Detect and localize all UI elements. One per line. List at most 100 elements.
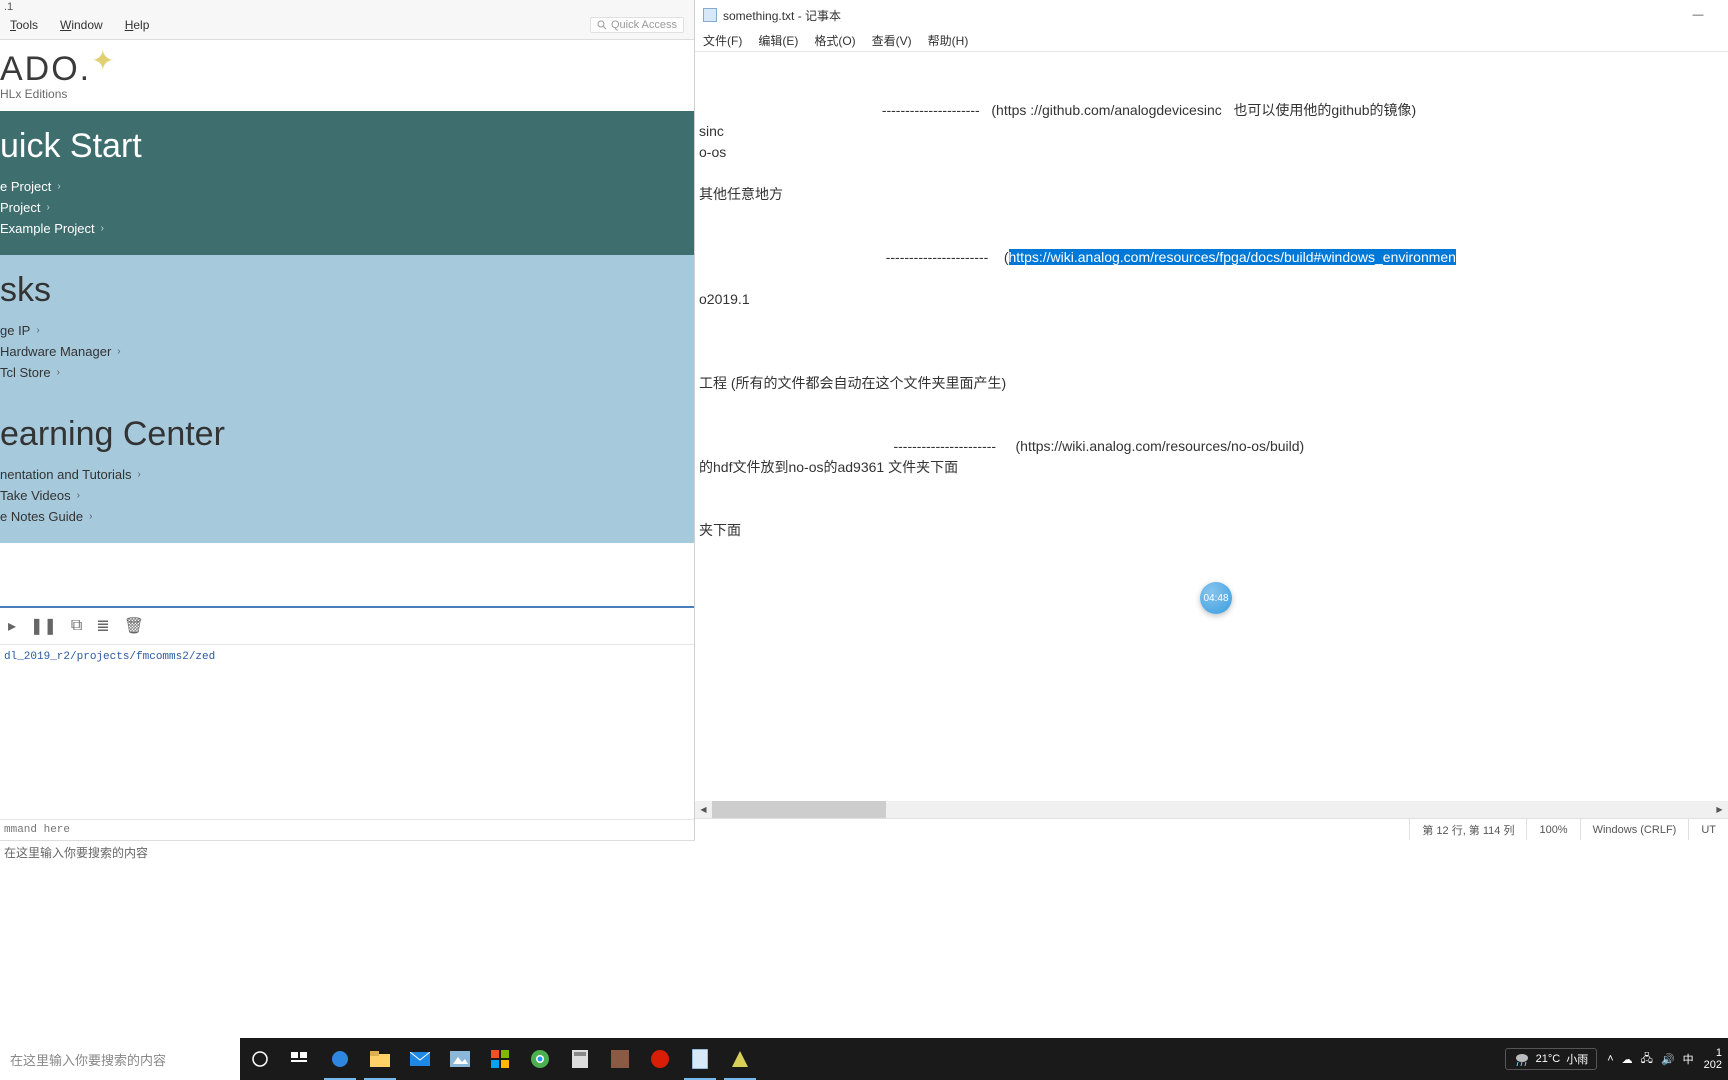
- notepad-title: something.txt - 记事本: [723, 7, 841, 24]
- np-menu-format[interactable]: 格式(O): [814, 32, 855, 49]
- chevron-right-icon: ›: [46, 202, 49, 213]
- taskbar-notepad[interactable]: [680, 1038, 720, 1080]
- status-eol: Windows (CRLF): [1580, 819, 1689, 840]
- np-menu-edit[interactable]: 编辑(E): [758, 32, 798, 49]
- scrollbar-thumb[interactable]: [712, 801, 886, 818]
- tcl-pause-btn[interactable]: ❚❚: [30, 616, 57, 636]
- ime-indicator[interactable]: 中: [1683, 1051, 1694, 1067]
- taskbar-photos[interactable]: [440, 1038, 480, 1080]
- open-hardware-manager-link[interactable]: Hardware Manager›: [0, 341, 694, 362]
- scroll-right-arrow[interactable]: ▶: [1711, 801, 1728, 818]
- release-notes-guide-link[interactable]: e Notes Guide›: [0, 506, 694, 527]
- quick-start-section: uick Start e Project› Project› Example P…: [0, 111, 694, 255]
- tcl-list-btn[interactable]: ≣: [96, 616, 109, 636]
- taskbar-clock[interactable]: 1 202: [1704, 1047, 1722, 1071]
- manage-ip-link[interactable]: ge IP›: [0, 320, 694, 341]
- recording-timer[interactable]: 04:48: [1200, 582, 1232, 614]
- windows-taskbar: 在这里输入你要搜索的内容 21°C 小雨 ˄ ☁ 🖧 🔊 中 1 202: [0, 1038, 1728, 1080]
- tcl-input-row: [0, 819, 694, 840]
- chevron-right-icon: ›: [57, 181, 60, 192]
- chevron-right-icon: ›: [138, 469, 141, 480]
- tcl-console: ▸ ❚❚ ⧉ ≣ 🗑 dl_2019_r2/projects/fmcomms2/…: [0, 606, 694, 840]
- notepad-statusbar: 第 12 行, 第 114 列 100% Windows (CRLF) UT: [695, 818, 1728, 840]
- menu-window[interactable]: Window: [60, 18, 103, 32]
- clock-date: 202: [1704, 1059, 1722, 1071]
- tray-network-icon[interactable]: 🖧: [1641, 1050, 1653, 1069]
- status-zoom: 100%: [1526, 819, 1579, 840]
- scroll-left-arrow[interactable]: ◀: [695, 801, 712, 818]
- taskbar-app-generic1[interactable]: [600, 1038, 640, 1080]
- notepad-titlebar: something.txt - 记事本 —: [695, 0, 1728, 30]
- status-encoding: UT: [1688, 819, 1728, 840]
- menu-help[interactable]: Help: [125, 18, 150, 32]
- taskbar-edge[interactable]: [320, 1038, 360, 1080]
- np-menu-help[interactable]: 帮助(H): [928, 32, 969, 49]
- taskbar-ms-store[interactable]: [480, 1038, 520, 1080]
- tcl-toolbar: ▸ ❚❚ ⧉ ≣ 🗑: [0, 608, 694, 645]
- vivado-hlx-label: HLx Editions: [0, 87, 694, 101]
- learning-center-heading: earning Center: [0, 415, 694, 460]
- windows-search-bar-fragment[interactable]: 在这里输入你要搜索的内容: [0, 840, 695, 866]
- weather-widget[interactable]: 21°C 小雨: [1505, 1048, 1598, 1070]
- weather-text: 小雨: [1566, 1051, 1588, 1067]
- tasks-heading: sks: [0, 271, 694, 316]
- taskbar-mail[interactable]: [400, 1038, 440, 1080]
- tcl-store-link[interactable]: Tcl Store›: [0, 362, 694, 383]
- status-position: 第 12 行, 第 114 列: [1409, 819, 1526, 840]
- open-project-link[interactable]: Project›: [0, 197, 694, 218]
- quick-take-videos-link[interactable]: Take Videos›: [0, 485, 694, 506]
- tasks-section: sks ge IP› Hardware Manager› Tcl Store›: [0, 255, 694, 399]
- taskbar-netease-music[interactable]: [640, 1038, 680, 1080]
- taskbar-chrome[interactable]: [520, 1038, 560, 1080]
- vivado-title-fragment: .1: [0, 0, 694, 13]
- taskbar-tray: 21°C 小雨 ˄ ☁ 🖧 🔊 中 1 202: [1499, 1038, 1728, 1080]
- documentation-tutorials-link[interactable]: nentation and Tutorials›: [0, 464, 694, 485]
- taskbar-search[interactable]: 在这里输入你要搜索的内容: [0, 1038, 240, 1080]
- clock-time: 1: [1704, 1047, 1722, 1059]
- open-example-project-link[interactable]: Example Project›: [0, 218, 694, 239]
- scrollbar-track[interactable]: [712, 801, 1711, 818]
- status-spacer: [695, 819, 1409, 840]
- taskbar-file-explorer[interactable]: [360, 1038, 400, 1080]
- tcl-copy-btn[interactable]: ⧉: [71, 617, 82, 635]
- tray-onedrive-icon[interactable]: ☁: [1622, 1053, 1633, 1066]
- weather-icon: [1514, 1052, 1530, 1066]
- tcl-stop-btn[interactable]: ▸: [8, 616, 16, 636]
- selected-url[interactable]: https://wiki.analog.com/resources/fpga/d…: [1009, 249, 1456, 265]
- tray-chevron-up-icon[interactable]: ˄: [1607, 1053, 1613, 1065]
- create-project-link[interactable]: e Project›: [0, 176, 694, 197]
- chevron-right-icon: ›: [77, 490, 80, 501]
- task-view-button[interactable]: [280, 1038, 320, 1080]
- menu-tools[interactable]: Tools: [10, 18, 38, 32]
- search-icon: [597, 20, 607, 30]
- quick-access-search[interactable]: Quick Access: [590, 17, 684, 33]
- vivado-menubar: Tools Window Help Quick Access: [0, 13, 694, 40]
- learning-center-section: earning Center nentation and Tutorials› …: [0, 399, 694, 543]
- taskbar-calculator[interactable]: [560, 1038, 600, 1080]
- notepad-menubar: 文件(F) 编辑(E) 格式(O) 查看(V) 帮助(H): [695, 30, 1728, 52]
- start-button[interactable]: [240, 1038, 280, 1080]
- taskbar-vivado[interactable]: [720, 1038, 760, 1080]
- notepad-window: something.txt - 记事本 — 文件(F) 编辑(E) 格式(O) …: [695, 0, 1728, 840]
- weather-temp: 21°C: [1536, 1053, 1561, 1065]
- tcl-output[interactable]: dl_2019_r2/projects/fmcomms2/zed: [0, 645, 694, 819]
- chevron-right-icon: ›: [57, 367, 60, 378]
- vivado-logo: ADO.✦: [0, 50, 694, 89]
- chevron-right-icon: ›: [117, 346, 120, 357]
- notepad-app-icon: [703, 8, 717, 22]
- vivado-window: .1 Tools Window Help Quick Access ADO.✦ …: [0, 0, 695, 840]
- minimize-button[interactable]: —: [1676, 1, 1720, 29]
- notepad-text-area[interactable]: --------------------- (https ://github.c…: [695, 52, 1728, 801]
- quick-access-placeholder: Quick Access: [611, 19, 677, 31]
- tcl-command-input[interactable]: [4, 824, 690, 836]
- chevron-right-icon: ›: [89, 511, 92, 522]
- quick-start-heading: uick Start: [0, 127, 694, 172]
- horizontal-scrollbar[interactable]: ◀ ▶: [695, 801, 1728, 818]
- np-menu-view[interactable]: 查看(V): [872, 32, 912, 49]
- tray-volume-icon[interactable]: 🔊: [1661, 1053, 1675, 1066]
- taskbar-app-icons: [240, 1038, 760, 1080]
- chevron-right-icon: ›: [101, 223, 104, 234]
- chevron-right-icon: ›: [36, 325, 39, 336]
- tcl-delete-btn[interactable]: 🗑: [124, 616, 144, 636]
- np-menu-file[interactable]: 文件(F): [703, 32, 742, 49]
